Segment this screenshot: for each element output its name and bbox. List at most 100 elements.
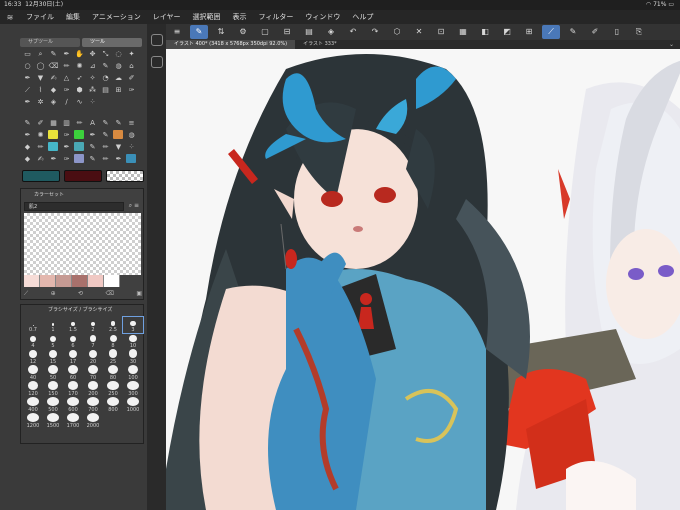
- menu-window[interactable]: ウィンドウ: [299, 12, 346, 22]
- subtool-yellow-swatch[interactable]: [48, 130, 58, 139]
- quick-access-icon[interactable]: ⇅: [212, 25, 230, 39]
- brush-size-option[interactable]: 300: [123, 381, 143, 397]
- materials-icon[interactable]: [150, 56, 163, 68]
- crayon-tool-icon[interactable]: ✐: [126, 73, 137, 83]
- lasso-select-icon[interactable]: ◯: [35, 61, 46, 71]
- undo-icon[interactable]: ↶: [344, 25, 362, 39]
- brush-size-option[interactable]: 1500: [43, 413, 63, 429]
- brush-size-option[interactable]: 12: [23, 349, 43, 365]
- subtool-brush-5-icon[interactable]: ✏: [74, 118, 85, 128]
- color-set-select[interactable]: 肌2: [24, 202, 124, 211]
- skin-swatch-3[interactable]: [56, 275, 72, 287]
- brush-size-option[interactable]: 600: [63, 397, 83, 413]
- sub-color-swatch[interactable]: [64, 170, 102, 182]
- texture-tool-icon[interactable]: ⁂: [87, 85, 98, 95]
- layer-mask-icon[interactable]: ◧: [476, 25, 494, 39]
- stamp-tool-icon[interactable]: ⬢: [74, 85, 85, 95]
- marquee-tool-icon[interactable]: ▭: [22, 49, 33, 59]
- subtool-pen-5-icon[interactable]: ✎: [87, 142, 98, 152]
- chevron-down-icon[interactable]: ⌄: [669, 40, 680, 49]
- brush-size-option[interactable]: 80: [103, 365, 123, 381]
- save-icon[interactable]: ▤: [300, 25, 318, 39]
- color-set-menu-icon[interactable]: ⌕ ≡: [129, 202, 139, 210]
- trash-icon[interactable]: ▣: [136, 290, 142, 298]
- vector-tool-icon[interactable]: ✑: [126, 85, 137, 95]
- wand-tool-icon[interactable]: ✦: [126, 49, 137, 59]
- subtool-teal-swatch[interactable]: [74, 142, 84, 151]
- replace-color-icon[interactable]: ⟲: [78, 290, 83, 298]
- brush-size-option[interactable]: 10: [123, 333, 143, 349]
- brush-size-option[interactable]: 20: [83, 349, 103, 365]
- watercolor-tool-icon[interactable]: ✑: [61, 85, 72, 95]
- brush-size-option[interactable]: 4: [23, 333, 43, 349]
- subtool-brush-6-icon[interactable]: ✎: [100, 118, 111, 128]
- device-icon[interactable]: ▯: [608, 25, 626, 39]
- subtool-brush-3-icon[interactable]: ▦: [48, 118, 59, 128]
- crop-icon[interactable]: ⊡: [432, 25, 450, 39]
- brush-size-option[interactable]: 800: [103, 397, 123, 413]
- subtool-pen-8-icon[interactable]: ✑: [61, 154, 72, 164]
- fill-variant-icon[interactable]: ◈: [48, 97, 59, 107]
- main-color-swatch[interactable]: [22, 170, 60, 182]
- delete-color-icon[interactable]: ⌫: [105, 290, 113, 298]
- subtool-pen-2-icon[interactable]: ✒: [87, 130, 98, 140]
- brush-size-option[interactable]: 0.7: [23, 317, 43, 333]
- menu-file[interactable]: ファイル: [20, 12, 60, 22]
- brush-size-option[interactable]: 5: [43, 333, 63, 349]
- gear-icon[interactable]: ⚙: [234, 25, 252, 39]
- subtool-brush-8-icon[interactable]: ✍: [35, 154, 46, 164]
- magnifier-icon[interactable]: ⌕: [35, 49, 46, 59]
- edit-mode-icon[interactable]: ✎: [190, 25, 208, 39]
- subtool-text-icon[interactable]: A: [87, 118, 98, 128]
- subtool-brush-7-icon[interactable]: ✎: [113, 118, 124, 128]
- subtool-menu-icon[interactable]: ≡: [126, 118, 137, 128]
- add-color-icon[interactable]: ⊕: [51, 290, 56, 298]
- brush-size-option[interactable]: 2000: [83, 413, 103, 429]
- brush-size-option[interactable]: 500: [43, 397, 63, 413]
- color-set-tab[interactable]: カラーセット: [24, 191, 64, 200]
- text-tool-icon[interactable]: ✎: [100, 61, 111, 71]
- star-tool-icon[interactable]: ✧: [87, 73, 98, 83]
- shape-tool-icon[interactable]: △: [61, 73, 72, 83]
- ellipse-tool-icon[interactable]: ○: [22, 61, 33, 71]
- open-file-icon[interactable]: ⊟: [278, 25, 296, 39]
- brush-size-option[interactable]: 17: [63, 349, 83, 365]
- menu-animation[interactable]: アニメーション: [86, 12, 147, 22]
- curve-tool-icon[interactable]: ∿: [74, 97, 85, 107]
- brush-size-option[interactable]: 50: [43, 365, 63, 381]
- menu-filter[interactable]: フィルター: [253, 12, 300, 22]
- arrow-tool-icon[interactable]: ➶: [74, 73, 85, 83]
- export-icon[interactable]: ◈: [322, 25, 340, 39]
- line-tool-icon[interactable]: ∕: [61, 97, 72, 107]
- subtool-green-swatch[interactable]: [74, 130, 84, 139]
- tab-illust-400[interactable]: イラスト 400* (3418 x 5768px 350dpi 92.0%): [166, 40, 296, 49]
- transform-icon[interactable]: ⬡: [388, 25, 406, 39]
- brush-size-option[interactable]: 25: [103, 349, 123, 365]
- menu-view[interactable]: 表示: [227, 12, 253, 22]
- brush-size-option[interactable]: 7: [83, 333, 103, 349]
- airbrush-tool-icon[interactable]: ✺: [74, 61, 85, 71]
- subtool-blend-icon[interactable]: ◍: [126, 130, 137, 140]
- brush-size-option[interactable]: 8: [103, 333, 123, 349]
- subtool-brush-4-icon[interactable]: ▥: [61, 118, 72, 128]
- fill-tool-icon[interactable]: ⌂: [126, 61, 137, 71]
- brush-size-option[interactable]: 120: [23, 381, 43, 397]
- subtool-pen-11-icon[interactable]: ✒: [113, 154, 124, 164]
- subtool-orange-swatch[interactable]: [113, 130, 123, 139]
- subtool-drop-2-icon[interactable]: ◆: [22, 154, 33, 164]
- subtool-pen-9-icon[interactable]: ✎: [87, 154, 98, 164]
- eraser-tool-icon[interactable]: ⌫: [48, 61, 59, 71]
- color-set-grid[interactable]: [24, 213, 141, 275]
- brush-size-option[interactable]: 1.5: [63, 317, 83, 333]
- speech-balloon-icon[interactable]: ◔: [100, 73, 111, 83]
- brush-size-option[interactable]: 2: [83, 317, 103, 333]
- subtool-pen-1-icon[interactable]: ✒: [22, 130, 33, 140]
- hand-tool-icon[interactable]: ✋: [74, 49, 85, 59]
- subtool-marker-icon[interactable]: ▼: [113, 142, 124, 152]
- subtool-pen-6-icon[interactable]: ✏: [100, 142, 111, 152]
- menu-help[interactable]: ヘルプ: [346, 12, 379, 22]
- brush-size-option[interactable]: 30: [123, 349, 143, 365]
- subtool-drop-icon[interactable]: ◆: [22, 142, 33, 152]
- brush-size-option[interactable]: 150: [43, 381, 63, 397]
- subtool-brush-2-icon[interactable]: ✐: [35, 118, 46, 128]
